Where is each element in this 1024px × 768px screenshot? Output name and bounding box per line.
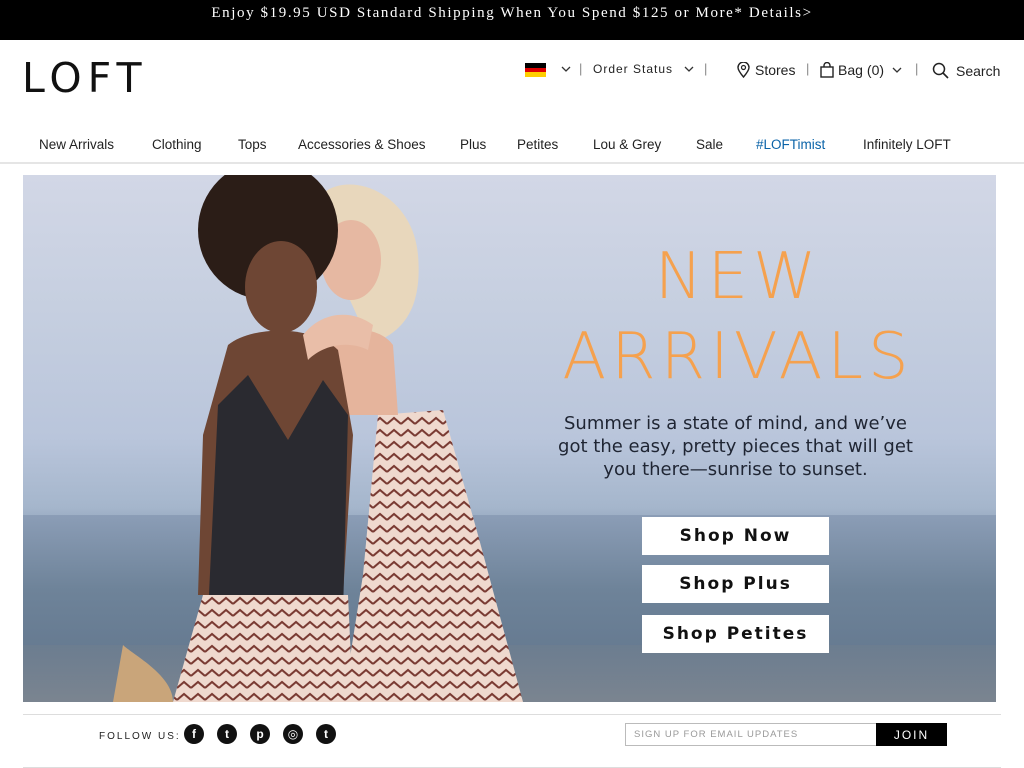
follow-us-label: FOLLOW US: (99, 731, 181, 742)
shop-now-button[interactable]: Shop Now (642, 517, 829, 555)
promo-banner[interactable]: Enjoy $19.95 USD Standard Shipping When … (0, 0, 1024, 40)
promo-text[interactable]: Enjoy $19.95 USD Standard Shipping When … (211, 5, 812, 22)
nav-item-sale[interactable]: Sale (696, 137, 723, 152)
nav-item-lou-grey[interactable]: Lou & Grey (593, 137, 661, 152)
hero-banner[interactable]: NEW ARRIVALS Summer is a state of mind, … (23, 175, 996, 702)
join-button[interactable]: JOIN (876, 723, 947, 746)
nav-item-clothing[interactable]: Clothing (152, 137, 202, 152)
search-icon (932, 62, 949, 79)
chevron-down-icon[interactable] (684, 64, 694, 74)
nav-item-tops[interactable]: Tops (238, 137, 267, 152)
footer-bar: FOLLOW US: f t p ◎ t JOIN (23, 714, 1001, 768)
search-label: Search (956, 62, 1001, 79)
tumblr-icon[interactable]: t (316, 724, 336, 744)
nav-item-accessories-shoes[interactable]: Accessories & Shoes (298, 137, 426, 152)
face-left (245, 241, 317, 333)
stores-link[interactable]: Stores (737, 62, 795, 78)
divider: | (806, 61, 810, 76)
divider: | (704, 61, 708, 76)
patterned-pants (173, 595, 353, 702)
shopping-bag-icon (820, 62, 834, 78)
nav-item-loftimist[interactable]: #LOFTimist (756, 137, 825, 152)
nav-item-plus[interactable]: Plus (460, 137, 486, 152)
map-pin-icon (737, 62, 750, 78)
divider: | (915, 61, 919, 76)
pinterest-icon[interactable]: p (250, 724, 270, 744)
patterned-dress (343, 410, 523, 702)
chevron-down-icon[interactable] (892, 65, 902, 75)
facebook-icon[interactable]: f (184, 724, 204, 744)
email-signup-input[interactable] (625, 723, 877, 746)
nav-item-petites[interactable]: Petites (517, 137, 558, 152)
hero-headline: NEW ARRIVALS (562, 240, 914, 394)
stores-label: Stores (755, 62, 796, 78)
germany-flag-icon[interactable] (525, 63, 546, 77)
bag-label: Bag (838, 62, 863, 78)
twitter-icon[interactable]: t (217, 724, 237, 744)
main-nav: New Arrivals Clothing Tops Accessories &… (0, 128, 1024, 164)
straw-bag (113, 645, 173, 702)
shopping-bag-link[interactable]: Bag (0) (820, 62, 902, 78)
order-status-link[interactable]: Order Status (593, 62, 673, 76)
instagram-icon[interactable]: ◎ (283, 724, 303, 744)
hero-copy: Summer is a state of mind, and we’ve got… (558, 413, 913, 480)
utility-bar: | Order Status | Stores | Bag (0) | Sear… (0, 60, 1024, 82)
shop-petites-button[interactable]: Shop Petites (642, 615, 829, 653)
nav-item-infinitely-loft[interactable]: Infinitely LOFT (863, 137, 951, 152)
bag-count: (0) (866, 62, 885, 78)
divider: | (579, 61, 583, 76)
nav-item-new-arrivals[interactable]: New Arrivals (39, 137, 114, 152)
shop-plus-button[interactable]: Shop Plus (642, 565, 829, 603)
chevron-down-icon[interactable] (561, 64, 571, 74)
search-link[interactable]: Search (932, 62, 1000, 79)
